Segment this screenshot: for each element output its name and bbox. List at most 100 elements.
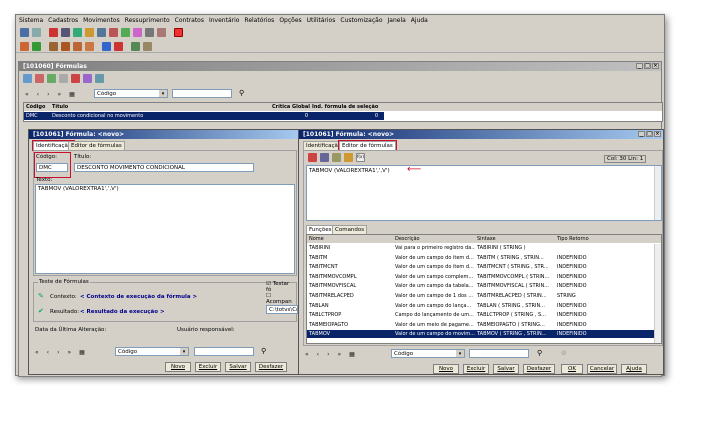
next-record-icon[interactable]: ›	[57, 349, 59, 356]
toolbar-icon[interactable]	[121, 28, 130, 37]
function-icon[interactable]: f(x)	[356, 153, 365, 162]
toolbar-icon[interactable]	[73, 28, 82, 37]
toolbar-icon[interactable]	[83, 74, 92, 83]
toolbar-icon[interactable]	[61, 41, 70, 51]
minimize-icon[interactable]: _	[636, 63, 643, 69]
search-input[interactable]	[172, 89, 232, 98]
column-header[interactable]: Descrição	[393, 236, 475, 242]
column-header[interactable]: Título	[50, 104, 270, 110]
new-button[interactable]: Novo	[165, 362, 191, 372]
close-icon[interactable]: ×	[654, 131, 661, 137]
menu-item[interactable]: Opções	[279, 17, 301, 24]
ok-button[interactable]: OK	[561, 364, 583, 374]
table-row[interactable]: TABLCTPROP Campo do lançamento de um... TA…	[307, 311, 655, 319]
toolbar-icon[interactable]	[59, 74, 68, 83]
search-icon[interactable]	[95, 74, 104, 83]
menu-item[interactable]: Utilitários	[307, 17, 336, 24]
code-input[interactable]: DMC	[36, 163, 68, 172]
toolbar-icon[interactable]	[32, 41, 41, 51]
right-search-input[interactable]	[469, 349, 529, 358]
menu-item[interactable]: Movimentos	[83, 17, 120, 24]
toolbar-icon[interactable]	[61, 28, 70, 37]
next-record-icon[interactable]: ›	[47, 91, 49, 98]
menu-item[interactable]: Janela	[388, 17, 406, 24]
formula-editor[interactable]: TABMOV (VALOREXTRA1',',V') ⟵	[306, 165, 662, 221]
toolbar-icon[interactable]	[35, 74, 44, 83]
toolbar-icon[interactable]	[157, 28, 166, 37]
grid-icon[interactable]: ▦	[69, 91, 75, 98]
follow-checkbox[interactable]: ☐ Acompan	[266, 293, 296, 305]
toolbar-icon[interactable]	[143, 41, 152, 51]
column-header[interactable]: Ind. fórmula de seleção	[310, 104, 390, 110]
tab-editor[interactable]: Editor de fórmulas	[338, 140, 397, 151]
editor-scrollbar[interactable]	[654, 166, 661, 220]
right-search-field-select[interactable]: Código ▾	[391, 349, 465, 358]
table-row[interactable]: TABIRINI Vai para o primeiro registro da.…	[307, 244, 655, 252]
table-row[interactable]: TABITMCNT Valor de um campo do item d... T…	[307, 263, 655, 271]
toolbar-icon[interactable]	[145, 28, 154, 37]
help-button[interactable]: Ajuda	[621, 364, 647, 374]
tab-editor[interactable]: Editor de fórmulas	[68, 141, 125, 150]
formula-text-area[interactable]: TABMOV (VALOREXTRA1',',V')	[35, 184, 295, 274]
last-record-icon[interactable]: »	[67, 349, 71, 356]
save-button[interactable]: Salvar	[493, 364, 519, 374]
toolbar-icon[interactable]	[49, 28, 58, 37]
last-record-icon[interactable]: »	[337, 351, 341, 358]
last-record-icon[interactable]: »	[57, 91, 61, 98]
cut-icon[interactable]	[320, 153, 329, 162]
left-search-input[interactable]	[194, 347, 254, 356]
path-input[interactable]: C:\totvs\Co	[266, 305, 298, 314]
toolbar-icon[interactable]	[49, 41, 58, 51]
table-row[interactable]: TABLAN Valor de um campo do lança... TABLA…	[307, 302, 655, 310]
toolbar-icon[interactable]	[131, 41, 140, 51]
column-header[interactable]: Nome	[307, 236, 393, 242]
toolbar-icon[interactable]	[85, 41, 94, 51]
toolbar-icon[interactable]	[73, 41, 82, 51]
toolbar-icon[interactable]	[114, 41, 123, 51]
undo-button[interactable]: Desfazer	[255, 362, 287, 372]
save-button[interactable]: Salvar	[225, 362, 251, 372]
table-row[interactable]: TABMEIOPAGTO Valor de um meio de pagame..…	[307, 321, 655, 329]
toolbar-icon[interactable]	[47, 74, 56, 83]
test-checkbox[interactable]: ☑ Testar fó	[266, 281, 296, 293]
first-record-icon[interactable]: «	[25, 91, 29, 98]
previous-record-icon[interactable]: ‹	[47, 349, 49, 356]
result-link[interactable]: < Resultado da execução >	[80, 309, 165, 315]
delete-button[interactable]: Excluir	[195, 362, 221, 372]
new-button[interactable]: Novo	[433, 364, 459, 374]
toolbar-icon[interactable]	[20, 41, 29, 51]
next-record-icon[interactable]: ›	[327, 351, 329, 358]
toolbar-icon[interactable]	[133, 28, 142, 37]
toolbar-icon[interactable]	[308, 153, 317, 162]
delete-button[interactable]: Excluir	[463, 364, 489, 374]
binoculars-icon[interactable]: ⚲	[261, 347, 266, 355]
toolbar-icon[interactable]	[23, 74, 32, 83]
toolbar-icon[interactable]	[71, 74, 80, 83]
context-link[interactable]: < Contexto de execução da fórmula >	[80, 294, 197, 300]
menu-item[interactable]: Contratos	[175, 17, 204, 24]
toolbar-icon[interactable]	[85, 28, 94, 37]
menu-item[interactable]: Customização	[340, 17, 382, 24]
column-header[interactable]: Sintaxe	[475, 236, 555, 242]
column-header[interactable]: Crítica Global	[270, 104, 310, 110]
menu-item[interactable]: Ressuprimento	[125, 17, 170, 24]
binoculars-icon[interactable]: ⚲	[239, 89, 244, 97]
maximize-icon[interactable]: □	[646, 131, 653, 137]
menu-item[interactable]: Relatórios	[244, 17, 274, 24]
search-field-select[interactable]: Código ▾	[94, 89, 168, 98]
previous-record-icon[interactable]: ‹	[37, 91, 39, 98]
tab-commands[interactable]: Comandos	[332, 225, 368, 234]
paste-icon[interactable]	[344, 153, 353, 162]
table-scrollbar[interactable]	[654, 244, 661, 343]
toolbar-icon[interactable]	[20, 28, 29, 37]
minimize-icon[interactable]: _	[638, 131, 645, 137]
close-icon[interactable]: ×	[652, 63, 659, 69]
column-header[interactable]: Código	[24, 104, 50, 110]
toolbar-icon[interactable]	[32, 28, 41, 37]
copy-icon[interactable]	[332, 153, 341, 162]
table-row[interactable]: TABITMMOVFISCAL Valor de um campo da tabe…	[307, 282, 655, 290]
grid-icon[interactable]: ▦	[79, 349, 85, 356]
first-record-icon[interactable]: «	[305, 351, 309, 358]
column-header[interactable]: Tipo Retorno	[555, 236, 615, 242]
maximize-icon[interactable]: □	[644, 63, 651, 69]
